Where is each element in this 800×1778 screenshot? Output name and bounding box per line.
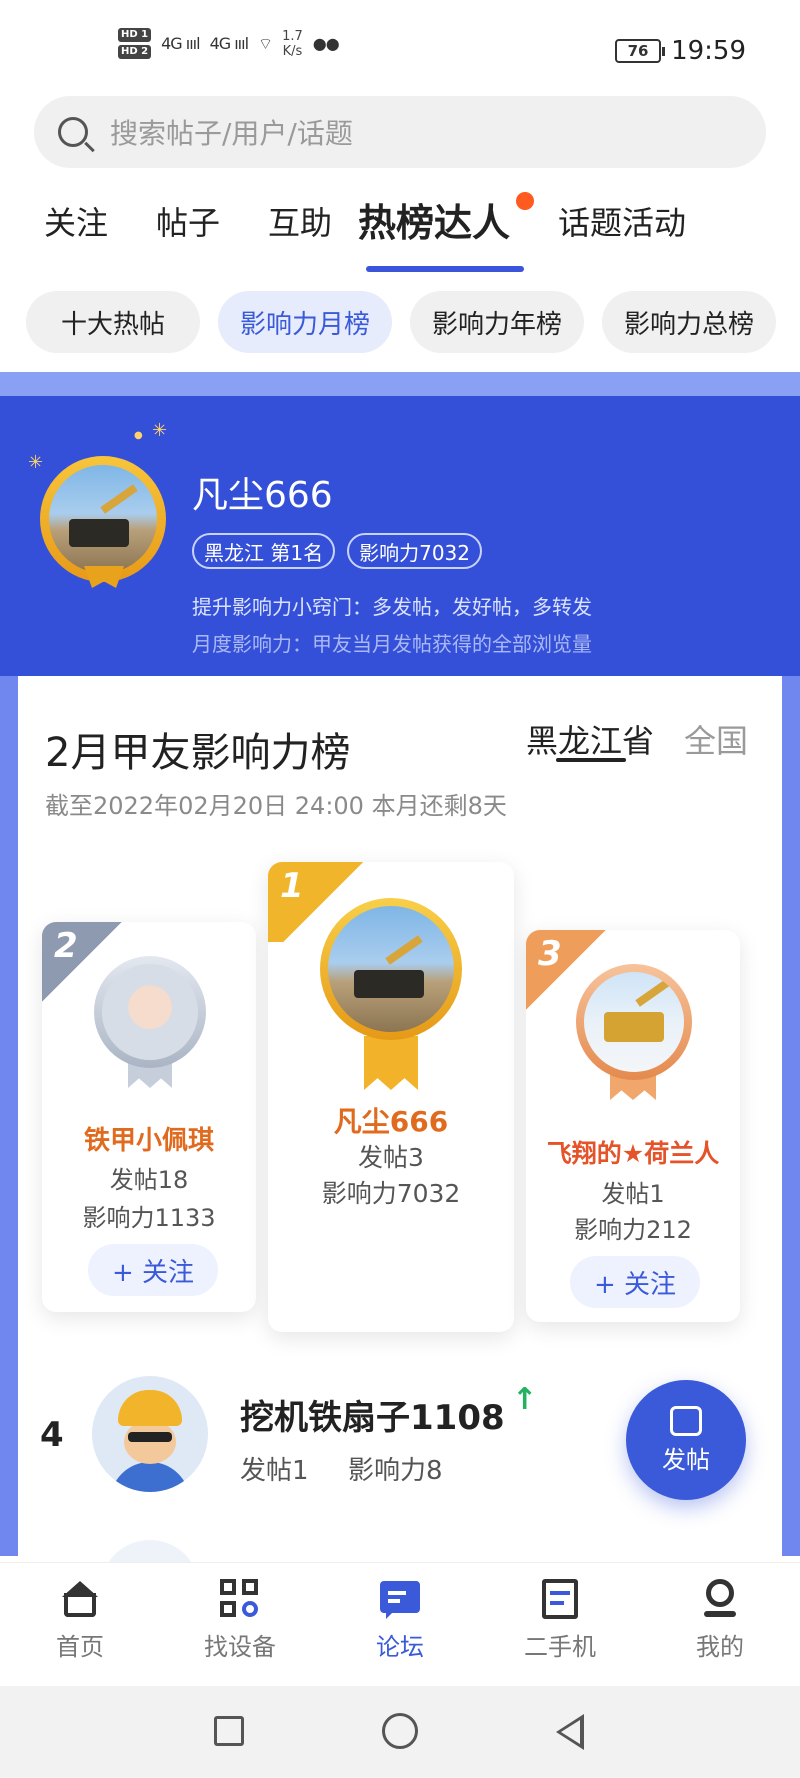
list-rank: 4 bbox=[40, 1415, 64, 1455]
hero-influence-badge: 影响力7032 bbox=[347, 533, 482, 569]
wifi-icon: ⌔ bbox=[258, 33, 273, 53]
active-tab-indicator bbox=[366, 266, 524, 272]
list-post-count: 发帖1 bbox=[240, 1456, 309, 1486]
signal-icon: 4G ıııl bbox=[161, 34, 200, 53]
notification-dot bbox=[516, 192, 534, 210]
edit-icon bbox=[670, 1406, 702, 1436]
hero-tip: 提升影响力小窍门：多发帖，发好帖，多转发 bbox=[192, 595, 592, 619]
avatar[interactable] bbox=[92, 1376, 208, 1492]
nav-used-machines[interactable]: 二手机 bbox=[500, 1579, 620, 1662]
home-button[interactable] bbox=[382, 1713, 418, 1749]
user-photo bbox=[102, 964, 198, 1060]
post-fab-button[interactable]: 发帖 bbox=[626, 1380, 746, 1500]
recents-button[interactable] bbox=[214, 1716, 244, 1746]
gold-medal-avatar[interactable] bbox=[320, 898, 462, 1040]
signal-icon-2: 4G ıııl bbox=[209, 34, 249, 53]
podium-influence: 影响力1133 bbox=[82, 1204, 216, 1232]
clock: 19:59 bbox=[671, 36, 746, 66]
hero-side-left bbox=[0, 676, 18, 1556]
fab-label: 发帖 bbox=[662, 1446, 710, 1474]
hero-rank-badge: 黑龙江 第1名 bbox=[192, 533, 336, 569]
tab-topic-activity[interactable]: 话题活动 bbox=[558, 198, 686, 244]
nav-forum[interactable]: 论坛 bbox=[340, 1579, 460, 1662]
list-user-name[interactable]: 挖机铁扇子1108 bbox=[240, 1390, 505, 1439]
hd2-badge: HD 2 bbox=[118, 45, 152, 59]
podium-post-count: 发帖3 bbox=[358, 1143, 424, 1172]
excavator-photo bbox=[584, 972, 684, 1072]
podium-influence: 影响力212 bbox=[574, 1216, 692, 1244]
tab-hot-experts[interactable]: 热榜达人 bbox=[358, 192, 510, 247]
main-tabs: 关注 帖子 互助 热榜达人 话题活动 bbox=[0, 190, 800, 274]
sparkle-icon: ✳ bbox=[152, 420, 168, 441]
bottom-nav: 首页 找设备 论坛 二手机 我的 bbox=[0, 1562, 800, 1686]
nav-label: 首页 bbox=[56, 1633, 104, 1661]
list-icon bbox=[540, 1579, 580, 1619]
follow-button[interactable]: + 关注 bbox=[88, 1244, 218, 1296]
excavator-photo bbox=[328, 906, 454, 1032]
back-button[interactable] bbox=[556, 1714, 584, 1750]
nav-me[interactable]: 我的 bbox=[660, 1579, 780, 1662]
system-nav-bar bbox=[0, 1686, 800, 1778]
nav-label: 找设备 bbox=[204, 1633, 276, 1661]
hd-indicator: HD 1 HD 2 bbox=[118, 28, 152, 59]
podium-rank-2[interactable]: 2 铁甲小佩琪 发帖18 影响力1133 + 关注 bbox=[42, 922, 256, 1312]
silver-medal-avatar[interactable] bbox=[94, 956, 206, 1068]
hero-avatar[interactable] bbox=[40, 456, 166, 582]
follow-button[interactable]: + 关注 bbox=[570, 1256, 700, 1308]
hero-side-right bbox=[782, 676, 800, 1556]
gold-ribbon-icon bbox=[364, 1036, 418, 1090]
subtab-total[interactable]: 影响力总榜 bbox=[602, 291, 776, 353]
region-tab-national[interactable]: 全国 bbox=[684, 716, 748, 762]
podium-user-name[interactable]: 凡尘666 bbox=[268, 1100, 514, 1140]
nav-label: 论坛 bbox=[376, 1633, 424, 1661]
home-icon bbox=[60, 1579, 100, 1619]
tab-help[interactable]: 互助 bbox=[268, 198, 332, 244]
network-speed: 1.7 K/s bbox=[282, 28, 303, 59]
battery-icon: 76 bbox=[615, 39, 666, 63]
podium-rank-3[interactable]: 3 飞翔的★荷兰人 发帖1 影响力212 + 关注 bbox=[526, 930, 740, 1322]
deadline-text: 截至2022年02月20日 24:00 本月还剩8天 bbox=[45, 792, 507, 820]
region-tab-province[interactable]: 黑龙江省 bbox=[526, 716, 654, 762]
nav-label: 二手机 bbox=[524, 1633, 596, 1661]
subtab-yearly[interactable]: 影响力年榜 bbox=[410, 291, 584, 353]
tab-follow[interactable]: 关注 bbox=[44, 198, 108, 244]
ranking-subtabs: 十大热帖 影响力月榜 影响力年榜 影响力总榜 bbox=[26, 291, 776, 353]
wechat-icon: ●● bbox=[312, 34, 340, 53]
podium-user-name[interactable]: 铁甲小佩琪 bbox=[42, 1120, 256, 1157]
subtab-top-ten[interactable]: 十大热帖 bbox=[26, 291, 200, 353]
hd1-badge: HD 1 bbox=[118, 28, 152, 42]
hero-top-band bbox=[0, 372, 800, 396]
search-icon bbox=[58, 117, 88, 147]
search-placeholder: 搜索帖子/用户/话题 bbox=[110, 117, 353, 150]
subtab-monthly[interactable]: 影响力月榜 bbox=[218, 291, 392, 353]
podium-user-name[interactable]: 飞翔的★荷兰人 bbox=[526, 1134, 740, 1170]
nav-find-equipment[interactable]: 找设备 bbox=[180, 1579, 300, 1662]
tab-posts[interactable]: 帖子 bbox=[156, 198, 220, 244]
hero-user-name: 凡尘666 bbox=[192, 475, 333, 516]
nav-home[interactable]: 首页 bbox=[20, 1579, 140, 1662]
podium-post-count: 发帖18 bbox=[109, 1166, 189, 1194]
hero-definition: 月度影响力：甲友当月发帖获得的全部浏览量 bbox=[192, 632, 592, 656]
trend-up-icon: ↑ bbox=[512, 1382, 538, 1417]
status-bar: HD 1 HD 2 4G ıııl 4G ıııl ⌔ 1.7 K/s ●● 7… bbox=[0, 0, 800, 92]
search-bar[interactable]: 搜索帖子/用户/话题 bbox=[34, 96, 766, 168]
podium-influence: 影响力7032 bbox=[321, 1179, 461, 1208]
bronze-medal-avatar[interactable] bbox=[576, 964, 692, 1080]
leaderboard-title: 2月甲友影响力榜 bbox=[45, 730, 351, 776]
sparkle-icon: ● bbox=[134, 430, 143, 441]
user-icon bbox=[700, 1579, 740, 1619]
sparkle-icon: ✳ bbox=[28, 452, 44, 473]
podium-rank-1[interactable]: 1 凡尘666 发帖3 影响力7032 bbox=[268, 862, 514, 1332]
grid-search-icon bbox=[220, 1579, 260, 1619]
podium-post-count: 发帖1 bbox=[601, 1180, 665, 1208]
nav-label: 我的 bbox=[696, 1633, 744, 1661]
list-influence: 影响力8 bbox=[348, 1456, 443, 1486]
chat-icon bbox=[380, 1579, 420, 1619]
excavator-photo bbox=[49, 465, 157, 573]
region-tab-indicator bbox=[556, 758, 626, 762]
